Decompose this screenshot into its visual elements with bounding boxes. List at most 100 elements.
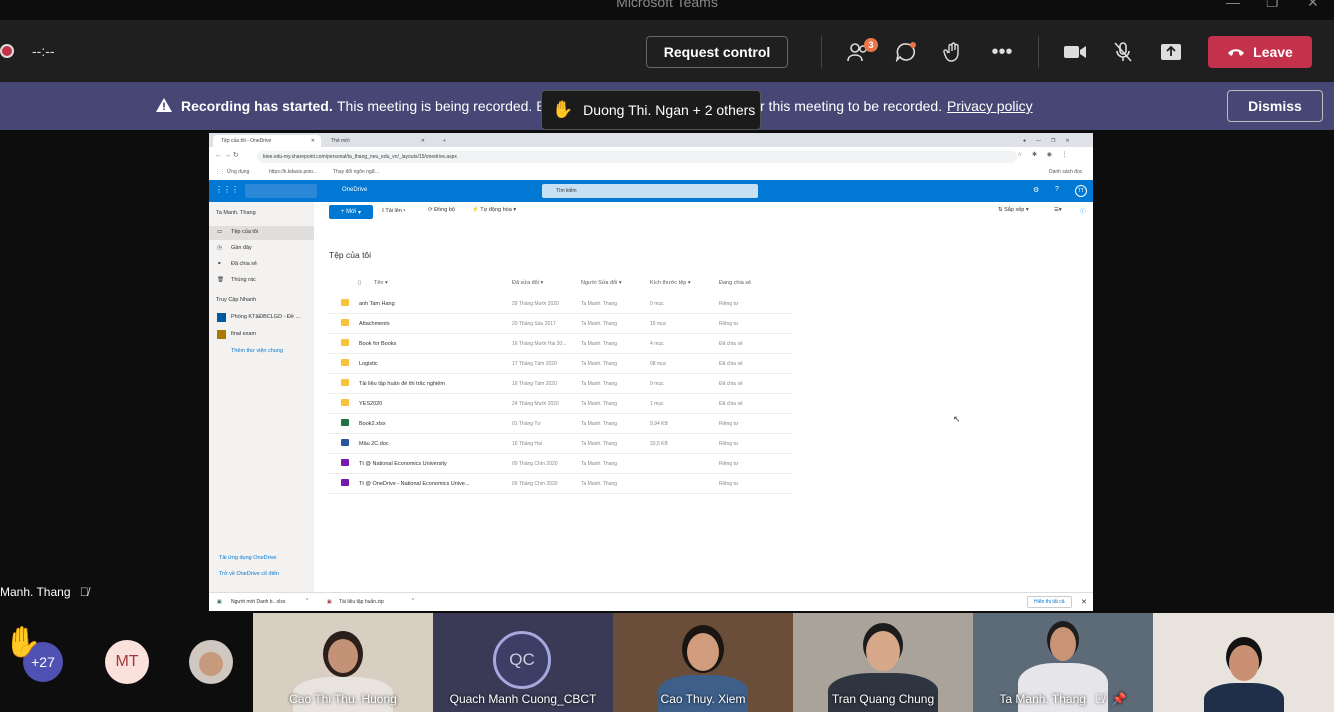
- file-modified-by: Ta Manh. Thang: [581, 441, 618, 447]
- leave-button[interactable]: Leave: [1208, 36, 1312, 68]
- avatar-photo[interactable]: [189, 640, 233, 684]
- browser-tab-active[interactable]: Tệp của tôi - OneDrive ✕: [213, 135, 321, 147]
- bookmark-item[interactable]: Thay đổi ngôn ngữ...: [333, 169, 379, 175]
- file-name[interactable]: Attachments: [359, 321, 489, 327]
- sidebar-item-recycle[interactable]: Thùng rác: [231, 277, 256, 283]
- column-modified[interactable]: Đã sửa đổi ▾: [512, 280, 543, 286]
- camera-icon[interactable]: [1059, 36, 1091, 68]
- avatar[interactable]: MT: [105, 640, 149, 684]
- user-avatar[interactable]: TT: [1075, 185, 1087, 197]
- file-name[interactable]: Tài liệu tập huấn đề thi trắc nghiệm: [359, 381, 489, 387]
- sidebar-item-shared[interactable]: Đã chia sẻ: [231, 261, 257, 267]
- table-row[interactable]: Attachments 20 Tháng Sáu 2017 Ta Manh. Tha…: [329, 314, 792, 334]
- onedrive-search-input[interactable]: Tìm kiếm: [542, 184, 758, 198]
- participant-tile[interactable]: QC Quach Manh Cuong_CBCT: [433, 613, 613, 712]
- table-row[interactable]: Book for Books 16 Tháng Mười Hai 20... Ta …: [329, 334, 792, 354]
- chevron-up-icon[interactable]: ⌃: [305, 598, 309, 604]
- bookmark-item[interactable]: https://k.kdasis.poio...: [269, 169, 317, 175]
- file-name[interactable]: Logistic: [359, 361, 489, 367]
- raised-hand-toast[interactable]: ✋ Duong Thi. Ngan + 2 others: [541, 90, 761, 130]
- raised-hand-icon: ✋: [552, 100, 574, 119]
- share-icon[interactable]: [1155, 36, 1187, 68]
- classic-onedrive-link[interactable]: Trở về OneDrive cổ điển: [219, 571, 279, 577]
- browser-window-controls[interactable]: ●—❐✕: [1015, 135, 1088, 147]
- help-icon[interactable]: ?: [1055, 186, 1059, 193]
- more-icon[interactable]: •••: [986, 36, 1018, 68]
- file-modified-by: Ta Manh. Thang: [581, 361, 618, 367]
- file-name[interactable]: Tt @ National Economics University: [359, 461, 489, 467]
- column-sharing[interactable]: Đang chia sẻ: [719, 280, 751, 286]
- participant-tile[interactable]: Cao Thi Thu. Huong: [253, 613, 433, 712]
- file-name[interactable]: Book2.xlsx: [359, 421, 489, 427]
- recording-message-tail: r this meeting to be recorded.: [760, 98, 943, 114]
- table-row[interactable]: Mẫu 2C.doc 16 Tháng Hai Ta Manh. Thang 33,5…: [329, 434, 792, 454]
- file-name[interactable]: anh Tam Hang: [359, 301, 489, 307]
- mic-muted-icon[interactable]: [1107, 36, 1139, 68]
- info-icon[interactable]: ⓘ: [1080, 207, 1086, 215]
- dismiss-button[interactable]: Dismiss: [1227, 90, 1323, 122]
- table-row[interactable]: YES2020 24 Tháng Mười 2020 Ta Manh. Thang 1…: [329, 394, 792, 414]
- app-launcher-icon[interactable]: ⋮⋮⋮: [215, 185, 239, 194]
- quick-access-title: Truy Cập Nhanh: [216, 297, 257, 303]
- download-item[interactable]: Người mới Danh b...xlsx: [231, 599, 285, 605]
- bookmark-item[interactable]: Ứng dụng: [227, 169, 249, 175]
- mic-muted-icon: 🎙̸: [79, 585, 89, 599]
- participant-tile[interactable]: Cao Thuy. Xiem: [613, 613, 793, 712]
- browser-toolbar-icons[interactable]: ☆ ✱ ◉ ⋮: [1017, 151, 1072, 158]
- folder-icon: [341, 299, 349, 306]
- sidebar-item-recent[interactable]: Gần đây: [231, 245, 252, 251]
- participant-tile[interactable]: Tran Quang Chung: [793, 613, 973, 712]
- file-size: 9 mục: [650, 381, 664, 387]
- quick-access-item[interactable]: final exam: [231, 331, 256, 337]
- settings-icon[interactable]: ⚙: [1033, 186, 1039, 194]
- bookmarks-bar: ⋮⋮ Ứng dụng https://k.kdasis.poio... Tha…: [209, 167, 1093, 179]
- privacy-policy-link[interactable]: Privacy policy: [947, 98, 1033, 114]
- column-name[interactable]: Tên ▾: [374, 280, 388, 286]
- participant-tile[interactable]: Ta Manh. Thang 🎙̸ 📌: [973, 613, 1153, 712]
- file-name[interactable]: Tt @ OneDrive - National Economics Unive…: [359, 481, 489, 487]
- new-tab-icon[interactable]: +: [435, 135, 454, 147]
- browser-tab-new[interactable]: Thẻ mới ✕: [323, 135, 431, 147]
- table-row[interactable]: Logistic 17 Tháng Tám 2020 Ta Manh. Thang 0…: [329, 354, 792, 374]
- chat-icon[interactable]: [890, 36, 922, 68]
- nav-arrows-icon[interactable]: ← → ↻: [215, 151, 239, 159]
- file-name[interactable]: Mẫu 2C.doc: [359, 441, 489, 447]
- automate-button[interactable]: ⚡ Tự động hóa ▾: [472, 207, 516, 213]
- raised-hand-icon: ✋: [4, 626, 42, 659]
- close-icon[interactable]: ✕: [1307, 0, 1319, 11]
- onedrive-app-name[interactable]: OneDrive: [342, 187, 367, 193]
- table-row[interactable]: anh Tam Hang 29 Tháng Mười 2020 Ta Manh. T…: [329, 294, 792, 314]
- reading-list[interactable]: Danh sách đọc: [1049, 169, 1082, 175]
- file-name[interactable]: YES2020: [359, 401, 489, 407]
- close-downloads-icon[interactable]: ✕: [1081, 598, 1087, 606]
- reactions-icon[interactable]: [938, 36, 970, 68]
- table-row[interactable]: Tt @ National Economics University 09 Thá…: [329, 454, 792, 474]
- file-size: 15 mục: [650, 321, 667, 327]
- column-modified-by[interactable]: Người Sửa đổi ▾: [581, 280, 622, 286]
- maximize-icon[interactable]: ❐: [1266, 0, 1279, 11]
- participant-tile[interactable]: [1153, 613, 1334, 712]
- get-app-link[interactable]: Tải ứng dụng OneDrive: [219, 555, 277, 561]
- sort-button[interactable]: ⇅ Sắp xếp ▾: [998, 207, 1029, 213]
- quick-access-item[interactable]: Phòng KT&ĐBCLGD - Đề ...: [231, 314, 300, 320]
- upload-button[interactable]: ⭱ Tải lên ▾: [382, 207, 405, 216]
- url-input[interactable]: ktee.edu-my.sharepoint.com/personal/ta_t…: [257, 151, 1017, 163]
- request-control-button[interactable]: Request control: [646, 36, 788, 68]
- column-size[interactable]: Kích thước tệp ▾: [650, 280, 691, 286]
- minimize-icon[interactable]: —: [1226, 0, 1240, 10]
- show-all-button[interactable]: Hiển thị tất cả: [1027, 596, 1072, 608]
- chevron-up-icon[interactable]: ⌃: [411, 598, 415, 604]
- new-button[interactable]: + Mới ▾: [329, 205, 373, 219]
- more-places-link[interactable]: Thêm thư viện chung: [231, 348, 283, 354]
- apps-icon[interactable]: ⋮⋮: [215, 169, 225, 175]
- download-item[interactable]: Tài liệu tập huấn.zip: [339, 599, 384, 605]
- file-modified: 29 Tháng Mười 2020: [512, 301, 559, 307]
- folder-icon: ▭: [217, 229, 223, 235]
- sync-button[interactable]: ⟳ Đồng bộ: [428, 207, 455, 213]
- table-row[interactable]: Book2.xlsx 01 Tháng Tư Ta Manh. Thang 9,94 …: [329, 414, 792, 434]
- table-row[interactable]: Tt @ OneDrive - National Economics Unive…: [329, 474, 792, 494]
- sidebar-item-my-files[interactable]: Tệp của tôi: [231, 229, 258, 235]
- file-name[interactable]: Book for Books: [359, 341, 489, 347]
- view-options-icon[interactable]: ☰▾: [1054, 207, 1062, 213]
- table-row[interactable]: Tài liệu tập huấn đề thi trắc nghiệm 19 T…: [329, 374, 792, 394]
